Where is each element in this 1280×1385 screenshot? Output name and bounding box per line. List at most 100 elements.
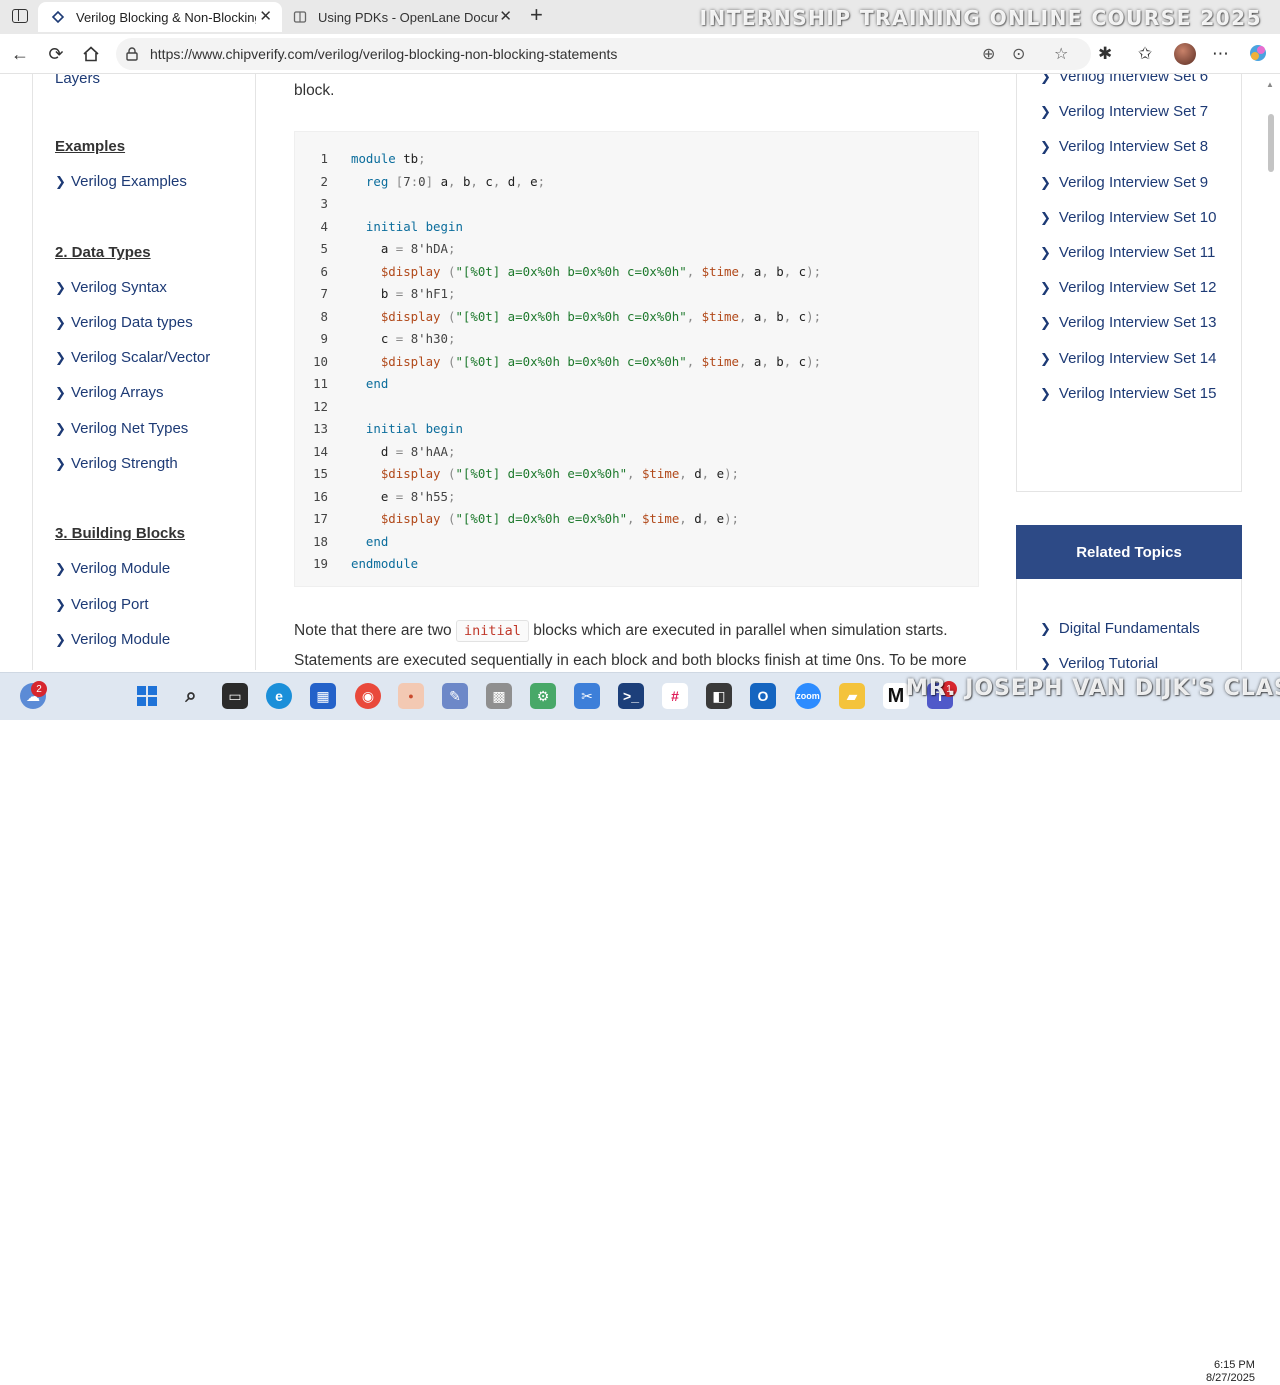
task-view-icon[interactable]: ▭ (222, 683, 248, 709)
chevron-right-icon: ❯ (55, 315, 66, 330)
app-icon[interactable]: ✎ (442, 683, 468, 709)
app-icon[interactable]: ⚙ (530, 683, 556, 709)
scroll-up-arrow-icon[interactable]: ▲ (1266, 80, 1274, 89)
sidebar-item-label: Verilog Strength (71, 455, 178, 472)
tab-openlane-docs[interactable]: Using PDKs - OpenLane Documentation ✕ (282, 2, 522, 32)
terminal-icon[interactable]: >_ (618, 683, 644, 709)
sidebar-item-interview-set[interactable]: ❯ Verilog Interview Set 14 (1040, 350, 1217, 367)
code-token: $display (380, 466, 441, 481)
app-icon[interactable]: ● (398, 683, 424, 709)
sidebar-item-port[interactable]: ❯ Verilog Port (55, 596, 149, 613)
sidebar-item-syntax[interactable]: ❯ Verilog Syntax (55, 279, 167, 296)
line-number: 4 (320, 218, 328, 234)
code-token: c (477, 173, 493, 189)
sidebar-item-net-types[interactable]: ❯ Verilog Net Types (55, 420, 188, 437)
sidebar-item-module[interactable]: ❯ Verilog Module (55, 560, 170, 577)
sidebar-item-label: Verilog Interview Set 15 (1058, 384, 1217, 402)
sidebar-item-interview-set[interactable]: ❯ Verilog Interview Set 7 (1040, 103, 1208, 120)
related-link-verilog-tutorial[interactable]: ❯ Verilog Tutorial (1040, 655, 1158, 670)
line-number: 7 (320, 286, 328, 301)
sidebar-item-label: Verilog Syntax (71, 279, 167, 296)
page-scrollbar-thumb[interactable] (1268, 114, 1274, 172)
line-number: 9 (320, 331, 328, 346)
back-arrow-icon[interactable]: ← (9, 43, 31, 65)
related-link-digital-fundamentals[interactable]: ❯ Digital Fundamentals (1040, 620, 1200, 637)
site-info-icon[interactable] (124, 46, 140, 62)
code-token: ); (724, 511, 739, 526)
favorites-icon[interactable]: ✩ (1138, 44, 1152, 64)
sidebar-item-label: Verilog Port (71, 596, 149, 613)
code-token: , (761, 353, 769, 369)
sidebar-item-verilog-examples[interactable]: ❯ Verilog Examples (55, 173, 187, 190)
sidebar-item-interview-set[interactable]: ❯ Verilog Interview Set 11 (1040, 244, 1215, 261)
zoom-icon[interactable]: ⊕ (982, 44, 995, 64)
app-icon[interactable]: ◧ (706, 683, 732, 709)
section-heading-building-blocks[interactable]: 3. Building Blocks (55, 525, 185, 542)
code-text: $display ("[%0t] a=0x%0h b=0x%0h c=0x%0h… (351, 351, 821, 373)
menu-dots-icon[interactable]: ⋯ (1212, 44, 1229, 64)
sidebar-item-interview-set[interactable]: ❯ Verilog Interview Set 10 (1040, 209, 1217, 226)
sidebar-item-interview-set[interactable]: ❯ Verilog Interview Set 8 (1040, 138, 1208, 155)
code-token: b (768, 353, 784, 369)
slack-icon[interactable]: # (662, 683, 688, 709)
qr-app-icon[interactable]: ▩ (486, 683, 512, 709)
related-link-label: Digital Fundamentals (1058, 620, 1200, 637)
sidebar-item-module-2[interactable]: ❯ Verilog Module (55, 631, 170, 648)
copilot-icon[interactable] (1248, 43, 1268, 68)
windows-start-icon[interactable] (134, 683, 160, 709)
sidebar-item-interview-set[interactable]: ❯ Verilog Interview Set 13 (1040, 314, 1217, 331)
code-line: 5 a = 8'hDA; (295, 238, 456, 260)
zoom-app-icon[interactable]: zoom (795, 683, 821, 709)
file-explorer-icon[interactable]: ▰ (839, 683, 865, 709)
outlook-icon[interactable]: O (750, 683, 776, 709)
address-bar[interactable]: https://www.chipverify.com/verilog/veril… (116, 38, 1091, 70)
sidebar-item-strength[interactable]: ❯ Verilog Strength (55, 455, 178, 472)
favorite-star-icon[interactable]: ☆ (1054, 44, 1068, 64)
home-icon[interactable] (80, 43, 102, 65)
store-icon[interactable]: ▦ (310, 683, 336, 709)
line-number: 14 (313, 443, 328, 459)
sidebar-item-interview-set[interactable]: ❯ Verilog Interview Set 15 (1040, 385, 1217, 402)
refresh-icon[interactable]: ⟳ (45, 43, 67, 65)
tab-title: Verilog Blocking & Non-Blocking (76, 9, 256, 25)
code-token: $time (634, 466, 680, 481)
tab-actions-icon[interactable] (12, 9, 28, 23)
navigation-bar: ← ⟳ https://www.chipverify.com/verilog/v… (0, 34, 1280, 74)
system-clock[interactable]: 6:15 PM 8/27/2025 (1206, 1359, 1255, 1385)
code-token: initial begin (365, 218, 463, 234)
sidebar-link-layers[interactable]: Layers (55, 74, 100, 87)
sidebar-item-scalar-vector[interactable]: ❯ Verilog Scalar/Vector (55, 349, 210, 366)
sidebar-item-data-types[interactable]: ❯ Verilog Data types (55, 314, 193, 331)
profile-avatar[interactable] (1174, 43, 1196, 65)
extensions-icon[interactable]: ✱ (1098, 44, 1112, 64)
close-tab-icon[interactable]: ✕ (259, 9, 272, 25)
line-number: 12 (313, 398, 328, 414)
code-token: , (470, 173, 478, 189)
article-paragraph-line2: Statements are executed sequentially in … (294, 652, 967, 669)
sidebar-item-interview-set[interactable]: ❯ Verilog Interview Set 6 (1040, 74, 1208, 85)
chevron-right-icon: ❯ (1040, 350, 1051, 366)
section-heading-examples[interactable]: Examples (55, 138, 125, 155)
edge-browser-icon[interactable]: e (266, 683, 292, 709)
sidebar-item-arrays[interactable]: ❯ Verilog Arrays (55, 384, 164, 401)
new-tab-icon[interactable]: + (530, 4, 543, 26)
code-token: d (686, 466, 702, 481)
tab-verilog-blocking[interactable]: Verilog Blocking & Non-Blocking ✕ (38, 2, 282, 32)
close-tab-icon[interactable]: ✕ (499, 9, 512, 25)
code-token: 8'h30 (403, 331, 448, 346)
sidebar-item-interview-set[interactable]: ❯ Verilog Interview Set 9 (1040, 174, 1208, 191)
code-token: $display (380, 511, 441, 526)
code-line: 2 reg [7:0] a, b, c, d, e; (295, 171, 546, 193)
line-number: 18 (313, 533, 328, 549)
snipping-tool-icon[interactable]: ✂ (574, 683, 600, 709)
code-token: c (791, 263, 807, 279)
more-page-icon[interactable]: ⊙ (1012, 44, 1025, 64)
search-icon[interactable]: ⌕ (178, 683, 204, 709)
section-heading-data-types[interactable]: 2. Data Types (55, 244, 151, 261)
sidebar-item-interview-set[interactable]: ❯ Verilog Interview Set 12 (1040, 279, 1217, 296)
chrome-icon[interactable]: ◉ (355, 683, 381, 709)
